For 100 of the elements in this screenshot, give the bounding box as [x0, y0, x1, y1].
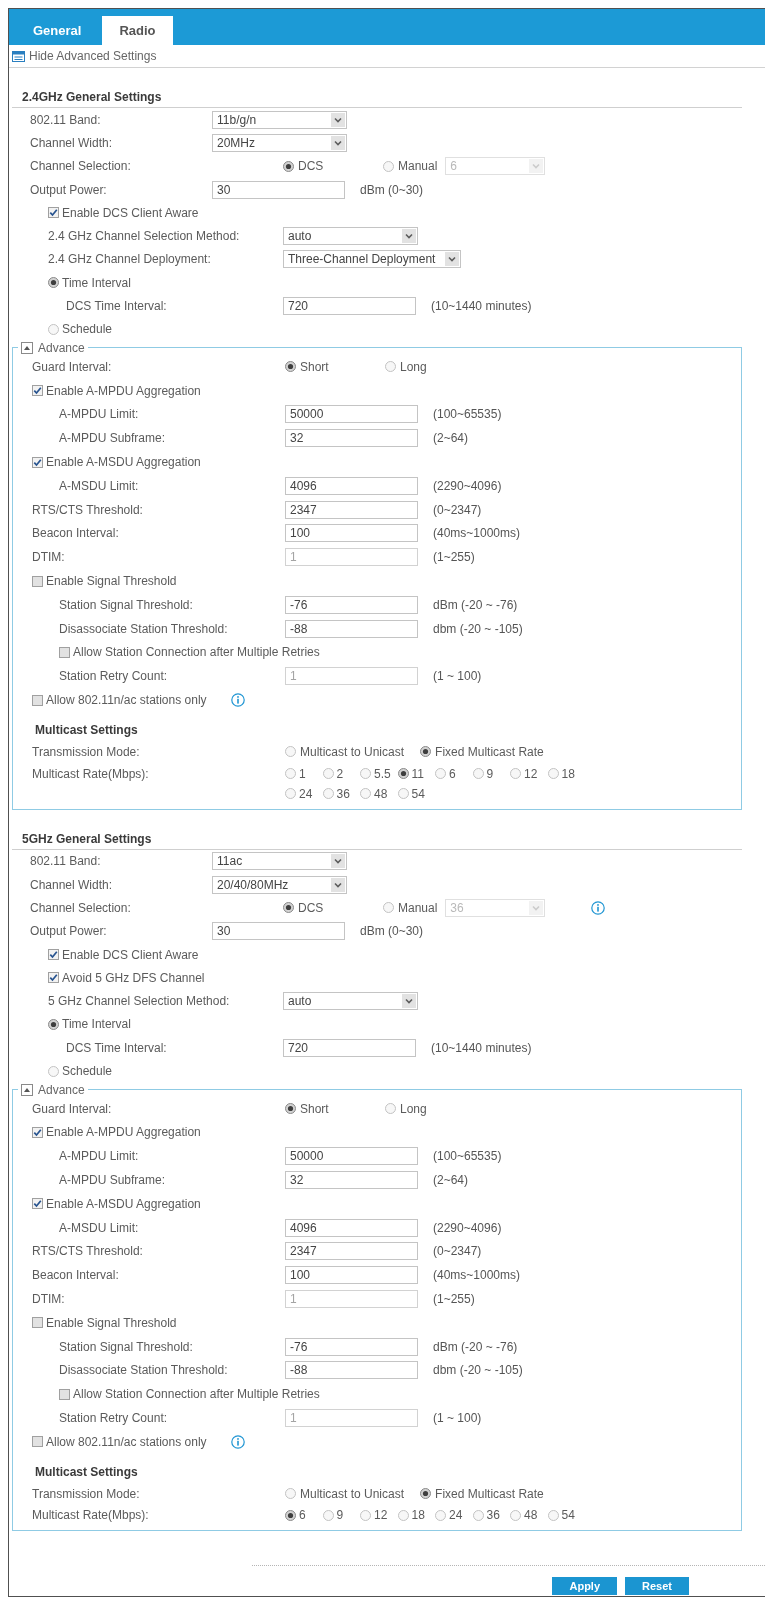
checkbox-label[interactable]: Allow Station Connection after Multiple Retries	[73, 645, 320, 660]
radio-label[interactable]: Long	[400, 1101, 427, 1116]
collapse-icon[interactable]	[21, 1083, 33, 1096]
text-field[interactable]: -76	[285, 595, 418, 614]
radio-button[interactable]	[385, 361, 396, 373]
collapse-icon[interactable]	[21, 341, 33, 354]
text-field[interactable]: -88	[285, 1361, 418, 1380]
checkbox-label[interactable]: Allow 802.11n/ac stations only	[46, 1434, 207, 1449]
radio-button[interactable]	[283, 160, 294, 172]
radio-button[interactable]	[48, 277, 59, 289]
radio-label[interactable]: DCS	[298, 900, 324, 915]
text-field[interactable]: 50000	[285, 1147, 418, 1166]
legend-label[interactable]: Advance	[38, 340, 85, 355]
radio-button[interactable]	[48, 323, 59, 335]
radio-button[interactable]	[397, 1509, 409, 1521]
radio-label[interactable]: 1	[299, 766, 306, 781]
text-field[interactable]: -76	[285, 1337, 418, 1356]
checkbox-label[interactable]: Enable A-MSDU Aggregation	[46, 455, 201, 470]
checkbox[interactable]	[59, 646, 70, 658]
radio-button[interactable]	[510, 1509, 521, 1521]
radio-button[interactable]	[48, 1065, 59, 1077]
radio-button[interactable]	[397, 768, 409, 780]
radio-button[interactable]	[360, 768, 371, 780]
radio-button[interactable]	[383, 160, 394, 172]
dropdown[interactable]: 20MHz	[212, 133, 347, 152]
radio-label[interactable]: 9	[486, 766, 494, 781]
radio-button[interactable]	[472, 1509, 484, 1521]
checkbox[interactable]	[32, 1436, 43, 1448]
radio-label[interactable]: 11	[411, 766, 424, 781]
radio-button[interactable]	[360, 788, 371, 800]
radio-label[interactable]: 6	[299, 1508, 306, 1523]
radio-label[interactable]: Short	[300, 359, 329, 374]
radio-button[interactable]	[285, 768, 296, 780]
radio-label[interactable]: Fixed Multicast Rate	[435, 1486, 544, 1501]
radio-button[interactable]	[385, 1103, 396, 1115]
radio-button[interactable]	[383, 902, 394, 914]
checkbox-label[interactable]: Enable A-MPDU Aggregation	[46, 1125, 201, 1140]
checkbox[interactable]	[32, 456, 43, 468]
radio-label[interactable]: DCS	[298, 159, 324, 174]
text-field[interactable]: 32	[285, 429, 418, 448]
info-icon[interactable]	[230, 1434, 245, 1449]
radio-label[interactable]: 48	[524, 1508, 538, 1523]
tab[interactable]: Radio	[102, 16, 173, 45]
radio-button[interactable]	[547, 1509, 559, 1521]
radio-button[interactable]	[48, 1018, 59, 1030]
checkbox[interactable]	[48, 972, 59, 984]
text-field[interactable]: 100	[285, 524, 418, 543]
radio-button[interactable]	[285, 788, 296, 800]
checkbox-label[interactable]: Enable A-MSDU Aggregation	[46, 1196, 201, 1211]
radio-button[interactable]	[435, 768, 446, 780]
radio-button[interactable]	[285, 1488, 296, 1500]
text-field[interactable]: -88	[285, 619, 418, 638]
dropdown[interactable]: 11b/g/n	[212, 110, 347, 129]
radio-label[interactable]: 24	[449, 1508, 463, 1523]
checkbox[interactable]	[48, 949, 59, 961]
radio-label[interactable]: Short	[300, 1101, 329, 1116]
advanced-settings-link[interactable]: Hide Advanced Settings	[12, 49, 157, 63]
radio-button[interactable]	[435, 1509, 446, 1521]
checkbox-label[interactable]: Enable DCS Client Aware	[62, 205, 199, 220]
radio-label[interactable]: Schedule	[62, 322, 113, 337]
checkbox[interactable]	[32, 1317, 43, 1329]
radio-button[interactable]	[322, 788, 334, 800]
text-field[interactable]: 100	[285, 1266, 418, 1285]
radio-label[interactable]: 54	[411, 786, 425, 801]
checkbox[interactable]	[32, 1126, 43, 1138]
radio-button[interactable]	[360, 1509, 371, 1521]
checkbox-label[interactable]: Allow 802.11n/ac stations only	[46, 693, 207, 707]
radio-button[interactable]	[322, 1509, 334, 1521]
checkbox-label[interactable]: Enable Signal Threshold	[46, 1315, 177, 1330]
text-field[interactable]: 4096	[285, 476, 418, 495]
radio-label[interactable]: 24	[299, 786, 313, 801]
dropdown[interactable]: auto	[283, 992, 418, 1011]
radio-label[interactable]: Manual	[398, 900, 438, 915]
checkbox[interactable]	[48, 207, 59, 219]
radio-label[interactable]: Long	[400, 359, 427, 374]
dropdown[interactable]: 20/40/80MHz	[212, 875, 347, 894]
text-field[interactable]: 30	[212, 180, 345, 199]
radio-label[interactable]: Time Interval	[62, 275, 131, 290]
radio-label[interactable]: 6	[449, 766, 456, 781]
radio-label[interactable]: 18	[411, 1508, 425, 1523]
checkbox[interactable]	[32, 575, 43, 587]
radio-label[interactable]: Multicast to Unicast	[300, 1486, 405, 1501]
radio-button[interactable]	[420, 746, 432, 758]
radio-button[interactable]	[283, 902, 294, 914]
legend-label[interactable]: Advance	[38, 1082, 85, 1097]
checkbox-label[interactable]: Avoid 5 GHz DFS Channel	[62, 970, 205, 985]
radio-label[interactable]: 54	[561, 1508, 575, 1523]
radio-label[interactable]: Time Interval	[62, 1017, 131, 1032]
radio-button[interactable]	[285, 361, 296, 373]
text-field[interactable]: 2347	[285, 1242, 418, 1261]
radio-button[interactable]	[472, 768, 484, 780]
checkbox[interactable]	[32, 694, 43, 706]
dropdown[interactable]: auto	[283, 227, 418, 246]
radio-button[interactable]	[420, 1488, 432, 1500]
checkbox-label[interactable]: Enable A-MPDU Aggregation	[46, 383, 201, 398]
checkbox[interactable]	[32, 385, 43, 397]
checkbox[interactable]	[32, 1198, 43, 1210]
checkbox-label[interactable]: Enable DCS Client Aware	[62, 947, 199, 962]
radio-label[interactable]: Fixed Multicast Rate	[435, 744, 544, 759]
info-icon[interactable]	[230, 693, 245, 707]
